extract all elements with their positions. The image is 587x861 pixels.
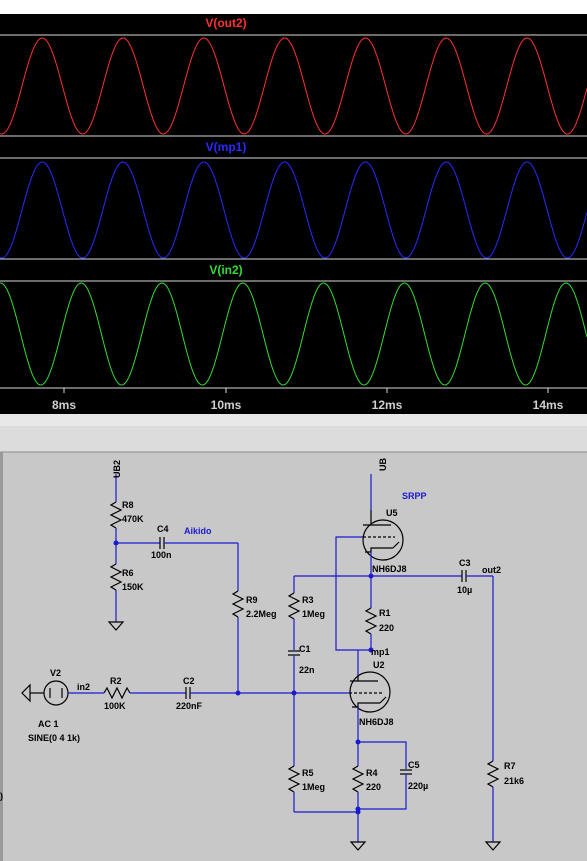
v2-ac-value: AC 1 [38, 719, 59, 729]
window-top-strip [0, 0, 587, 14]
waveform-plot[interactable]: V(out2) V(mp1) V(in2) 8ms 10ms 12ms 14ms [0, 0, 587, 414]
r8-label: R8 [122, 500, 134, 510]
x-tick-label: 14ms [533, 398, 564, 412]
v2-sine-value: SINE(0 4 1k) [28, 733, 80, 743]
r7-label: R7 [504, 761, 516, 771]
r4-label: R4 [366, 768, 378, 778]
c2-value: 220nF [176, 701, 203, 711]
c4-label: C4 [157, 524, 169, 534]
trace-out2[interactable] [0, 37, 587, 135]
c3-label: C3 [459, 558, 471, 568]
c3-value: 10µ [457, 585, 472, 595]
c4-value: 100n [151, 550, 172, 560]
ub-supply[interactable]: UB [370, 458, 388, 510]
net-label-out2: out2 [482, 565, 501, 575]
resistor-r4[interactable]: R4 220 [351, 742, 381, 842]
resistor-r2[interactable]: R2 100K [103, 676, 186, 711]
voltage-source-v2[interactable]: V2 AC 1 SINE(0 4 1k) [21, 668, 80, 743]
c5-value: 220µ [408, 781, 428, 791]
v2-label: V2 [50, 668, 61, 678]
capacitor-c1[interactable]: C1 22n [288, 644, 315, 693]
trace-in2[interactable] [0, 282, 587, 386]
resistor-r7[interactable]: R7 21k6 [486, 576, 524, 842]
junction [235, 690, 241, 696]
r1-label: R1 [379, 608, 391, 618]
r5-label: R5 [302, 768, 314, 778]
junction [355, 809, 361, 815]
r9-label: R9 [246, 595, 258, 605]
resistor-r1[interactable]: R1 220 [364, 576, 394, 650]
waveform-window[interactable]: V(out2) V(mp1) V(in2) 8ms 10ms 12ms 14ms [0, 0, 587, 414]
resistor-r3[interactable]: R3 1Meg [287, 576, 325, 650]
u5-model: NH6DJ8 [372, 564, 407, 574]
trace-mp1[interactable] [0, 161, 587, 259]
r6-label: R6 [122, 568, 134, 578]
schematic-window[interactable]: UB2 R8 470K C4 100n Aikido R6 150K R9 2.… [0, 426, 587, 861]
r9-value: 2.2Meg [246, 609, 277, 619]
u2-model: NH6DJ8 [359, 717, 394, 727]
ub2-label: UB2 [112, 460, 122, 478]
x-tick-label: 10ms [211, 398, 242, 412]
window-divider [0, 414, 587, 426]
r6-value: 150K [122, 582, 144, 592]
ground-symbol [484, 841, 502, 851]
trace-title-in2[interactable]: V(in2) [209, 263, 242, 277]
triode-u2[interactable]: U2 NH6DJ8 [349, 660, 394, 727]
net-label-mp1: mp1 [371, 647, 390, 657]
wire-mp1 [335, 576, 371, 651]
r2-label: R2 [110, 676, 122, 686]
r3-label: R3 [302, 595, 314, 605]
c2-label: C2 [183, 676, 195, 686]
wire-c5-top [358, 741, 407, 769]
r4-value: 220 [366, 782, 381, 792]
c1-label: C1 [299, 644, 311, 654]
resistor-r8[interactable]: R8 470K [109, 494, 144, 543]
schematic-canvas[interactable]: UB2 R8 470K C4 100n Aikido R6 150K R9 2.… [0, 426, 587, 861]
r8-value: 470K [122, 514, 144, 524]
capacitor-c2[interactable]: C2 220nF [176, 676, 349, 711]
aikido-comment: Aikido [184, 526, 212, 536]
r3-value: 1Meg [302, 609, 325, 619]
wire-u5-grid [335, 536, 363, 576]
net-label-in2: in2 [77, 682, 90, 692]
x-tick-label: 8ms [52, 398, 76, 412]
clipped-label: ) [0, 791, 3, 801]
trace-title-out2[interactable]: V(out2) [205, 16, 246, 30]
r1-value: 220 [379, 623, 394, 633]
capacitor-c4[interactable]: C4 100n [116, 524, 238, 560]
trace-title-mp1[interactable]: V(mp1) [206, 140, 247, 154]
r7-value: 21k6 [504, 776, 524, 786]
x-tick-label: 12ms [372, 398, 403, 412]
u2-label: U2 [373, 660, 385, 670]
srpp-comment: SRPP [402, 491, 427, 501]
r2-value: 100K [104, 701, 126, 711]
r5-value: 1Meg [302, 782, 325, 792]
c1-value: 22n [299, 665, 315, 675]
ground-symbol [349, 841, 367, 851]
ub-label: UB [378, 458, 388, 471]
ub2-supply[interactable]: UB2 [112, 460, 122, 494]
triode-u5[interactable]: U5 NH6DJ8 [362, 508, 407, 574]
c5-label: C5 [408, 760, 420, 770]
resistor-r9[interactable]: R9 2.2Meg [231, 543, 277, 693]
schematic-frame-strip [0, 426, 587, 452]
resistor-r6[interactable]: R6 150K [109, 543, 144, 622]
u5-label: U5 [386, 508, 398, 518]
ground-symbol [107, 621, 125, 631]
resistor-r5[interactable]: R5 1Meg [287, 693, 358, 813]
